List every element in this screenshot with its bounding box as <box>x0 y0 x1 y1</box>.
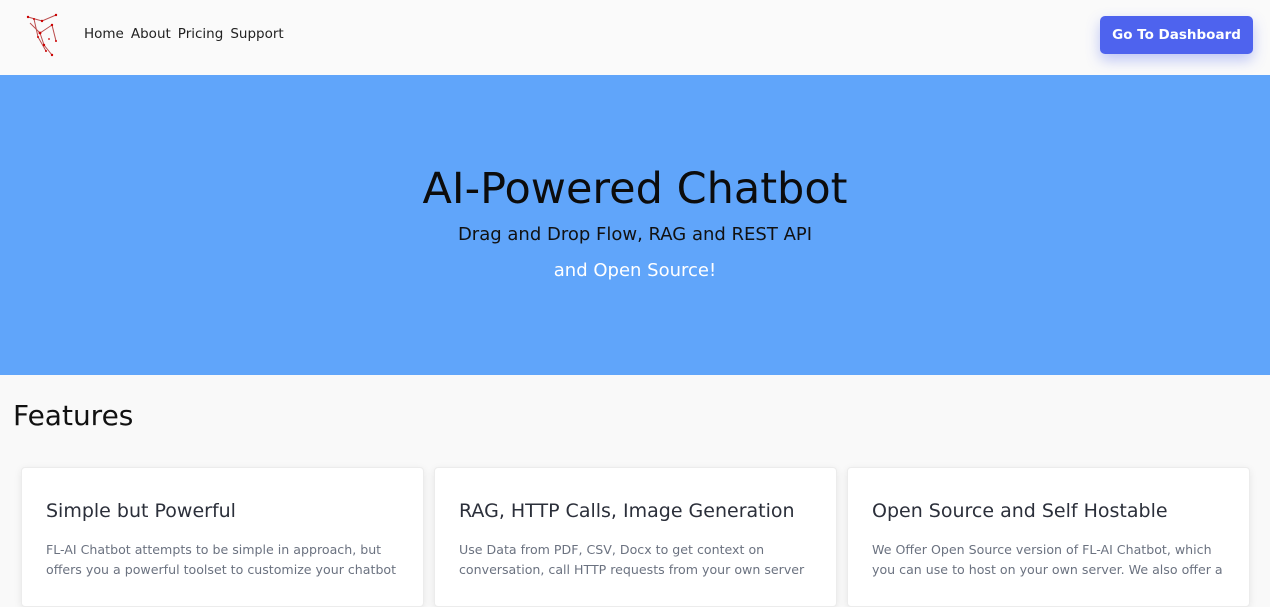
nav-link-home[interactable]: Home <box>84 25 124 43</box>
navbar: Home About Pricing Support Go To Dashboa… <box>0 0 1270 75</box>
nav-link-about[interactable]: About <box>131 25 171 43</box>
features-heading: Features <box>13 399 134 432</box>
feature-card-rag: RAG, HTTP Calls, Image Generation Use Da… <box>434 467 837 607</box>
hero-tagline: and Open Source! <box>553 260 717 281</box>
feature-card-open-source: Open Source and Self Hostable We Offer O… <box>847 467 1250 607</box>
nav-links: Home About Pricing Support <box>84 25 291 43</box>
hero-title: AI-Powered Chatbot <box>422 164 848 214</box>
logo-icon[interactable] <box>22 11 64 59</box>
feature-card-title: Simple but Powerful <box>46 500 236 522</box>
feature-card-text: FL-AI Chatbot attempts to be simple in a… <box>46 542 397 577</box>
feature-card-text: We Offer Open Source version of FL-AI Ch… <box>872 542 1223 577</box>
hero-subtitle: Drag and Drop Flow, RAG and REST API <box>457 224 813 245</box>
go-to-dashboard-button[interactable]: Go To Dashboard <box>1100 16 1253 54</box>
nav-link-support[interactable]: Support <box>230 25 283 43</box>
feature-card-simple: Simple but Powerful FL-AI Chatbot attemp… <box>21 467 424 607</box>
feature-card-text: Use Data from PDF, CSV, Docx to get cont… <box>459 542 805 577</box>
feature-card-title: RAG, HTTP Calls, Image Generation <box>459 500 795 522</box>
hero-section: AI-Powered Chatbot Drag and Drop Flow, R… <box>0 75 1270 375</box>
feature-card-title: Open Source and Self Hostable <box>872 500 1168 522</box>
nav-link-pricing[interactable]: Pricing <box>178 25 224 43</box>
